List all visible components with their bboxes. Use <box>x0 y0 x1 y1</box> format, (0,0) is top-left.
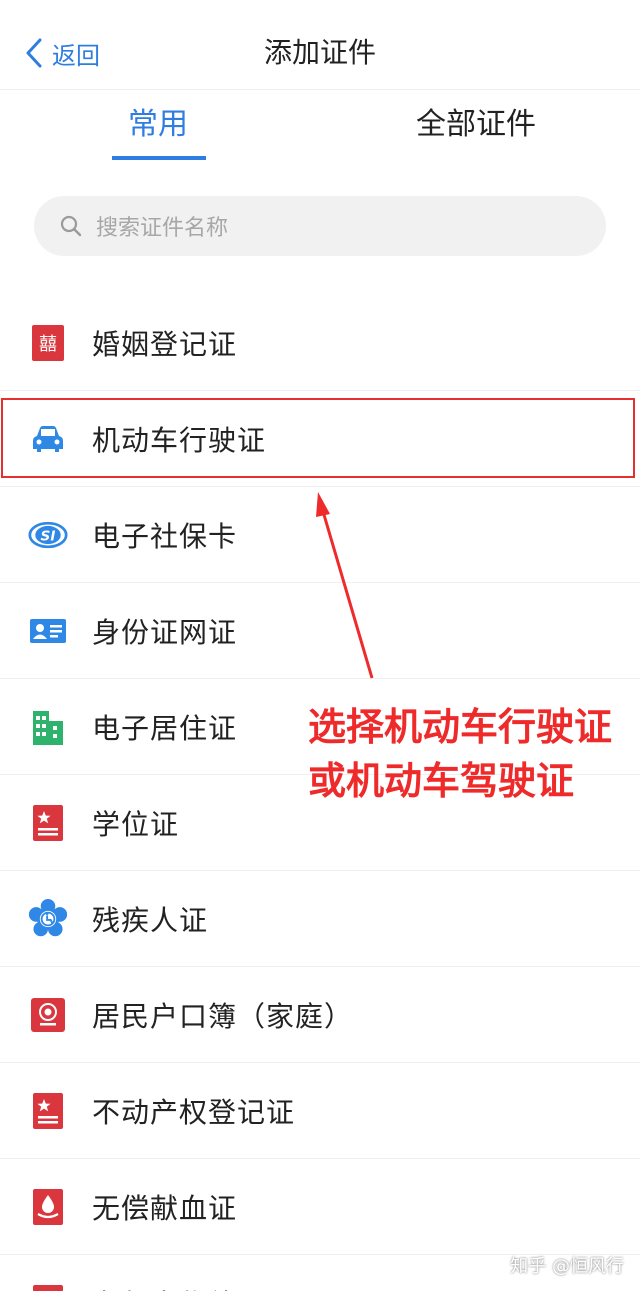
list-item-label: 电子社保卡 <box>92 519 238 553</box>
list-item-real-estate-certificate[interactable]: 不动产权登记证 <box>0 1063 640 1159</box>
id-card-icon <box>28 611 68 651</box>
nav-bar: 返回 添加证件 <box>0 0 640 90</box>
search-icon <box>60 215 82 237</box>
search-input[interactable]: 搜索证件名称 <box>34 196 606 256</box>
car-icon <box>28 419 68 459</box>
search-placeholder: 搜索证件名称 <box>96 216 229 241</box>
certificate-icon <box>28 1283 68 1291</box>
list-item-vehicle-license[interactable]: 机动车行驶证 <box>0 391 640 487</box>
household-register-icon <box>28 995 68 1035</box>
list-item-blood-donation-certificate[interactable]: 无偿献血证 <box>0 1159 640 1255</box>
double-happiness-icon: 囍 <box>28 323 68 363</box>
page-title: 添加证件 <box>263 36 376 69</box>
watermark: 知乎 @恒风行 <box>510 1256 624 1277</box>
list-item-label: 学位证 <box>92 807 180 841</box>
list-item-household-register[interactable]: 居民户口簿（家庭） <box>0 967 640 1063</box>
list-item-social-security-card[interactable]: SI 电子社保卡 <box>0 487 640 583</box>
list-item-label: 电子居住证 <box>92 711 238 745</box>
list-item-label: 身份证网证 <box>92 615 238 649</box>
annotation-line-1: 选择机动车行驶证 <box>308 705 613 749</box>
list-item-id-card[interactable]: 身份证网证 <box>0 583 640 679</box>
list-item-label: 婚姻登记证 <box>92 327 238 361</box>
list-item-label: 无偿献血证 <box>92 1191 238 1225</box>
blood-donation-icon <box>28 1187 68 1227</box>
tab-all-certificates[interactable]: 全部证件 <box>416 104 536 146</box>
list-item-label: 老年人优待证 <box>92 1283 266 1291</box>
disability-icon <box>28 898 68 939</box>
list-item-label: 残疾人证 <box>92 903 209 937</box>
svg-text:SI: SI <box>41 528 56 544</box>
tab-indicator <box>112 156 206 160</box>
annotation-line-2: 或机动车驾驶证 <box>308 759 575 803</box>
certificate-star-icon <box>28 803 68 843</box>
list-item-label: 不动产权登记证 <box>92 1095 296 1129</box>
annotation-text: 选择机动车行驶证 或机动车驾驶证 <box>308 700 612 808</box>
list-item-disability-certificate[interactable]: 残疾人证 <box>0 871 640 967</box>
list-item-label: 机动车行驶证 <box>92 423 267 457</box>
list-item-label: 居民户口簿（家庭） <box>92 999 354 1033</box>
certificate-star-icon <box>28 1091 68 1131</box>
tab-common[interactable]: 常用 <box>128 104 188 146</box>
svg-text:囍: 囍 <box>39 334 57 355</box>
social-security-icon: SI <box>28 515 68 555</box>
list-item-marriage-certificate[interactable]: 囍 婚姻登记证 <box>0 295 640 391</box>
building-icon <box>28 707 68 747</box>
tab-bar: 常用 全部证件 <box>0 90 640 160</box>
